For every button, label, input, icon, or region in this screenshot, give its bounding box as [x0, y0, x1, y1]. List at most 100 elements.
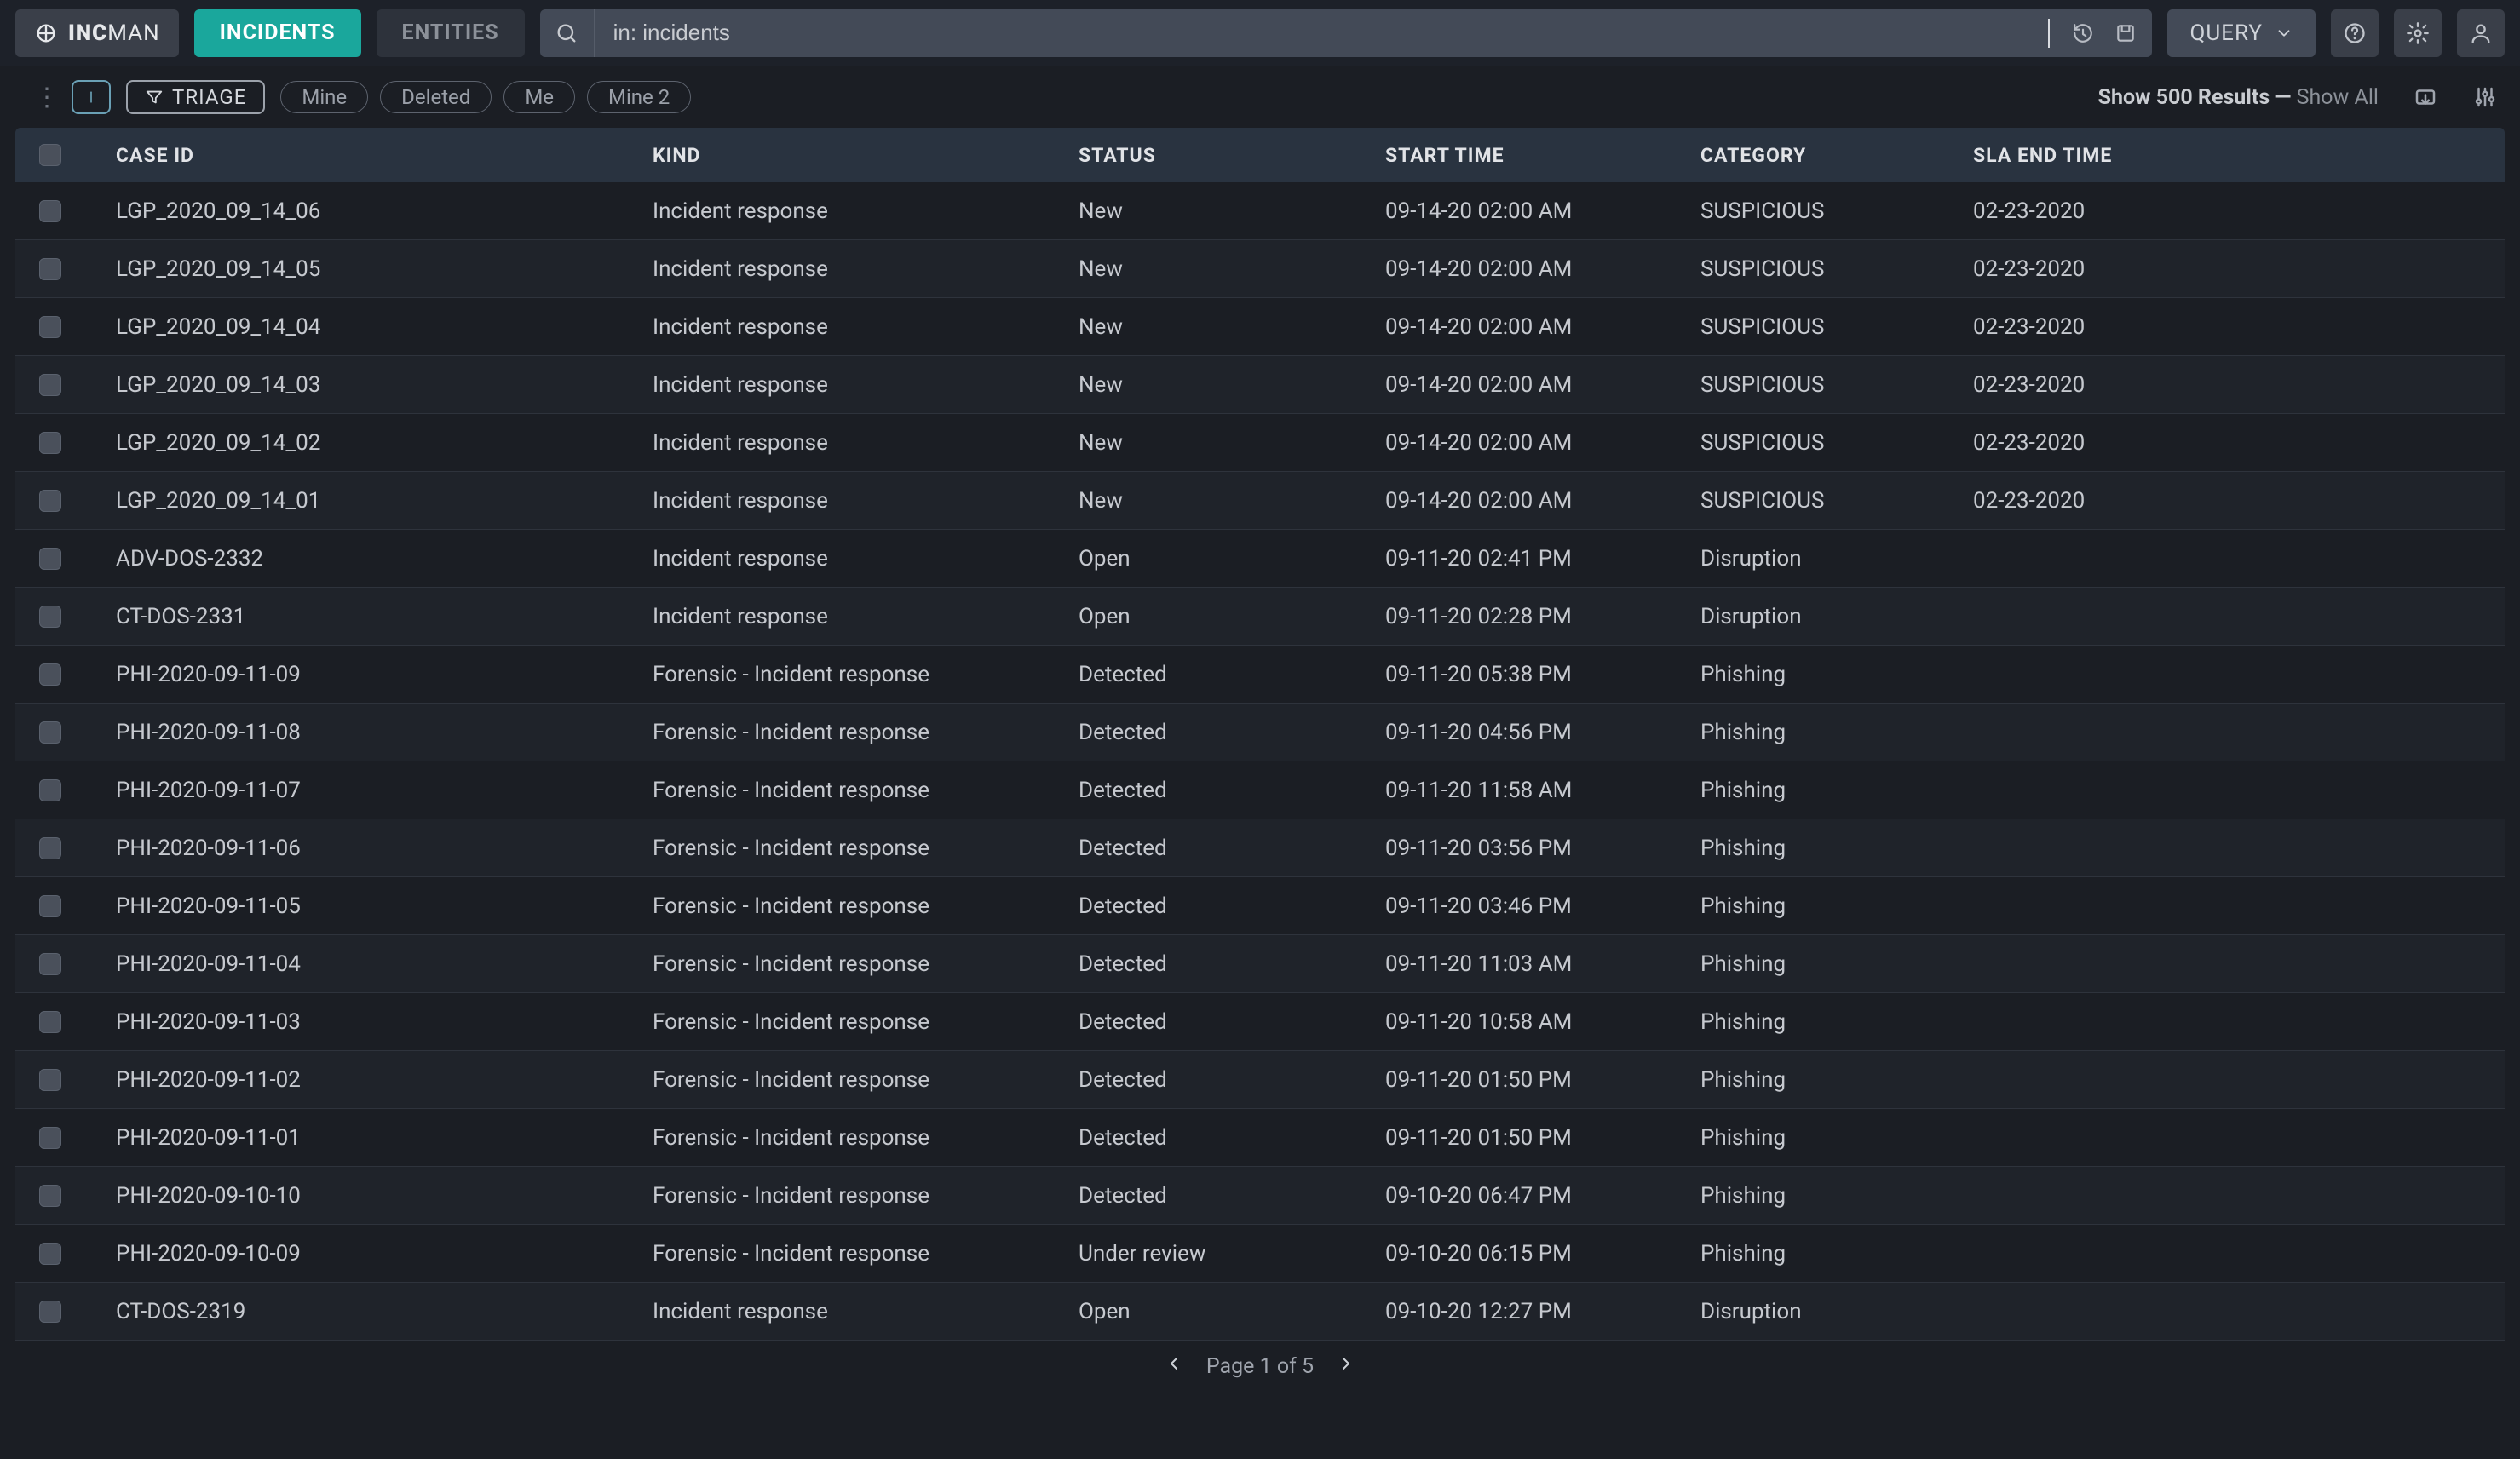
row-checkbox[interactable]: [39, 953, 61, 975]
row-checkbox[interactable]: [39, 895, 61, 917]
row-checkbox[interactable]: [39, 490, 61, 512]
table-row[interactable]: LGP_2020_09_14_01Incident responseNew09-…: [15, 472, 2505, 530]
row-checkbox[interactable]: [39, 1185, 61, 1207]
cell-category: Disruption: [1700, 1299, 1973, 1324]
cell-case-id: PHI-2020-09-10-10: [116, 1183, 653, 1209]
row-checkbox[interactable]: [39, 1011, 61, 1033]
results-summary[interactable]: Show 500 Results — Show All: [2098, 85, 2379, 110]
table-row[interactable]: PHI-2020-09-10-09Forensic - Incident res…: [15, 1225, 2505, 1283]
prev-page-button[interactable]: [1164, 1353, 1184, 1380]
table-row[interactable]: LGP_2020_09_14_03Incident responseNew09-…: [15, 356, 2505, 414]
cell-status: Detected: [1079, 720, 1385, 745]
cell-status: New: [1079, 314, 1385, 340]
text-cursor: [2048, 19, 2050, 48]
row-checkbox[interactable]: [39, 721, 61, 744]
col-start[interactable]: START TIME: [1385, 144, 1700, 167]
table-row[interactable]: LGP_2020_09_14_05Incident responseNew09-…: [15, 240, 2505, 298]
search-icon[interactable]: [540, 9, 595, 57]
row-checkbox[interactable]: [39, 200, 61, 222]
table-row[interactable]: PHI-2020-09-11-05Forensic - Incident res…: [15, 877, 2505, 935]
cell-case-id: LGP_2020_09_14_02: [116, 430, 653, 456]
cell-start: 09-14-20 02:00 AM: [1385, 430, 1700, 456]
cell-category: Phishing: [1700, 778, 1973, 803]
cell-status: New: [1079, 256, 1385, 282]
triage-button[interactable]: TRIAGE: [126, 80, 265, 114]
table-row[interactable]: PHI-2020-09-11-06Forensic - Incident res…: [15, 819, 2505, 877]
cell-category: SUSPICIOUS: [1700, 198, 1973, 224]
col-case-id[interactable]: CASE ID: [116, 144, 653, 167]
user-button[interactable]: [2457, 9, 2505, 57]
table-row[interactable]: PHI-2020-09-11-09Forensic - Incident res…: [15, 646, 2505, 704]
cell-case-id: PHI-2020-09-11-02: [116, 1067, 653, 1093]
top-bar: INCMAN INCIDENTS ENTITIES QUERY: [0, 0, 2520, 66]
brand-logo[interactable]: INCMAN: [15, 9, 179, 57]
row-checkbox[interactable]: [39, 1127, 61, 1149]
table-row[interactable]: CT-DOS-2319Incident responseOpen09-10-20…: [15, 1283, 2505, 1341]
filter-chip[interactable]: Deleted: [380, 81, 492, 113]
save-search-icon[interactable]: [2114, 22, 2137, 44]
row-checkbox[interactable]: [39, 1243, 61, 1265]
nav-incidents[interactable]: INCIDENTS: [194, 9, 361, 57]
row-checkbox[interactable]: [39, 1301, 61, 1323]
row-checkbox[interactable]: [39, 779, 61, 801]
help-button[interactable]: [2331, 9, 2379, 57]
row-checkbox[interactable]: [39, 316, 61, 338]
table-row[interactable]: CT-DOS-2331Incident responseOpen09-11-20…: [15, 588, 2505, 646]
cell-status: Open: [1079, 546, 1385, 572]
cell-kind: Incident response: [653, 256, 1079, 282]
row-checkbox[interactable]: [39, 432, 61, 454]
cell-case-id: PHI-2020-09-11-08: [116, 720, 653, 745]
view-toggle-button[interactable]: [72, 80, 111, 114]
cell-start: 09-10-20 06:15 PM: [1385, 1241, 1700, 1267]
cell-kind: Forensic - Incident response: [653, 778, 1079, 803]
filter-chip[interactable]: Mine 2: [587, 81, 691, 113]
table-row[interactable]: PHI-2020-09-11-08Forensic - Incident res…: [15, 704, 2505, 761]
settings-button[interactable]: [2394, 9, 2442, 57]
nav-entities[interactable]: ENTITIES: [377, 9, 525, 57]
row-checkbox[interactable]: [39, 837, 61, 859]
cell-sla: 02-23-2020: [1973, 256, 2505, 282]
sliders-icon[interactable]: [2472, 84, 2498, 110]
row-checkbox[interactable]: [39, 374, 61, 396]
table-row[interactable]: LGP_2020_09_14_04Incident responseNew09-…: [15, 298, 2505, 356]
row-checkbox[interactable]: [39, 606, 61, 628]
select-all-checkbox[interactable]: [39, 144, 61, 166]
table-row[interactable]: LGP_2020_09_14_06Incident responseNew09-…: [15, 182, 2505, 240]
search-input[interactable]: [595, 20, 2049, 46]
search-bar[interactable]: [540, 9, 2153, 57]
gear-icon: [2406, 21, 2430, 45]
cell-category: SUSPICIOUS: [1700, 256, 1973, 282]
next-page-button[interactable]: [1336, 1353, 1356, 1380]
cell-category: Phishing: [1700, 720, 1973, 745]
cell-case-id: CT-DOS-2331: [116, 604, 653, 629]
col-status[interactable]: STATUS: [1079, 144, 1385, 167]
cell-sla: 02-23-2020: [1973, 198, 2505, 224]
table-row[interactable]: PHI-2020-09-10-10Forensic - Incident res…: [15, 1167, 2505, 1225]
filter-chip[interactable]: Mine: [280, 81, 368, 113]
history-icon[interactable]: [2072, 22, 2094, 44]
row-checkbox[interactable]: [39, 258, 61, 280]
cell-kind: Forensic - Incident response: [653, 662, 1079, 687]
query-button[interactable]: QUERY: [2167, 9, 2316, 57]
col-kind[interactable]: KIND: [653, 144, 1079, 167]
row-checkbox[interactable]: [39, 1069, 61, 1091]
table-row[interactable]: ADV-DOS-2332Incident responseOpen09-11-2…: [15, 530, 2505, 588]
results-showall[interactable]: Show All: [2297, 85, 2379, 110]
table-row[interactable]: LGP_2020_09_14_02Incident responseNew09-…: [15, 414, 2505, 472]
cell-status: New: [1079, 430, 1385, 456]
row-checkbox[interactable]: [39, 663, 61, 686]
help-icon: [2343, 21, 2367, 45]
drag-handle-icon[interactable]: ⋮: [34, 83, 56, 112]
filter-chip[interactable]: Me: [503, 81, 575, 113]
table-row[interactable]: PHI-2020-09-11-04Forensic - Incident res…: [15, 935, 2505, 993]
row-checkbox[interactable]: [39, 548, 61, 570]
results-count: Show 500 Results —: [2098, 85, 2292, 110]
cell-status: Open: [1079, 1299, 1385, 1324]
col-category[interactable]: CATEGORY: [1700, 144, 1973, 167]
table-row[interactable]: PHI-2020-09-11-07Forensic - Incident res…: [15, 761, 2505, 819]
table-row[interactable]: PHI-2020-09-11-03Forensic - Incident res…: [15, 993, 2505, 1051]
col-sla[interactable]: SLA END TIME: [1973, 144, 2505, 167]
table-row[interactable]: PHI-2020-09-11-01Forensic - Incident res…: [15, 1109, 2505, 1167]
table-row[interactable]: PHI-2020-09-11-02Forensic - Incident res…: [15, 1051, 2505, 1109]
export-icon[interactable]: [2413, 84, 2438, 110]
